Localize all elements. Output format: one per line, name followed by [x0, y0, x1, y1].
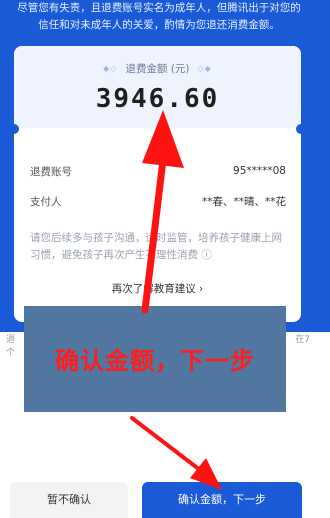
payer-label: 支付人: [30, 195, 62, 208]
arrow-down-icon: [130, 416, 222, 490]
refund-card: ◆◇ 退费金额 (元) ◇◆ 3946.60 退费账号 95*****08 支付…: [9, 46, 306, 322]
side-text-left-2: 个: [6, 348, 16, 358]
refund-title: 退费金额 (元): [125, 62, 190, 75]
card-notch-left: [9, 124, 19, 134]
diamond-icon: ◇◆: [197, 63, 212, 73]
card-notch-right: [296, 124, 306, 134]
not-confirm-button[interactable]: 暂不确认: [10, 482, 128, 518]
annotation-caption: 确认金额，下一步: [55, 347, 255, 375]
refund-amount: 3946.60: [95, 84, 220, 114]
confirm-next-button[interactable]: 确认金额，下一步: [142, 482, 302, 518]
education-advice-link[interactable]: 再次了解教育建议 ›: [14, 281, 301, 296]
intro-text: 尽管您有失责，且退费账号实名为成年人，但腾讯出于对您的信任和对未成年人的关爱，酌…: [17, 2, 301, 31]
refund-account-row: 退费账号 95*****08: [30, 162, 286, 180]
side-text-left: 退 个: [6, 332, 15, 358]
refund-account-label: 退费账号: [30, 165, 72, 178]
diamond-icon: ◆◇: [103, 63, 118, 73]
side-text-left-1: 退: [6, 335, 16, 345]
payer-value: **春、**晴、**花: [202, 195, 286, 208]
annotation-overlay: 确认金额，下一步: [24, 306, 286, 412]
parenting-tip: 请您后续多与孩子沟通，适时监管，培养孩子健康上网习惯，避免孩子再次产生不理性消费…: [30, 232, 282, 261]
refund-account-value: 95*****08: [233, 165, 286, 177]
side-text-right: 在7: [295, 335, 310, 345]
payer-row: 支付人 **春、**晴、**花: [30, 192, 286, 210]
refund-title-row: ◆◇ 退费金额 (元) ◇◆: [14, 60, 301, 76]
